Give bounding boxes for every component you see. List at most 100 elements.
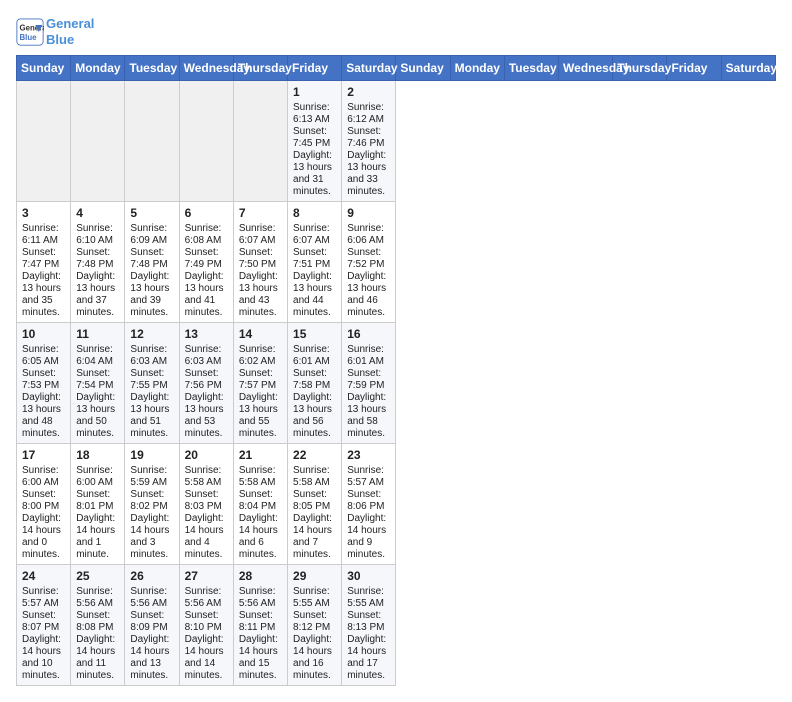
day-info: Sunrise: 6:03 AM Sunset: 7:55 PM Dayligh… <box>130 344 169 439</box>
calendar-cell: 21 Sunrise: 5:58 AM Sunset: 8:04 PM Dayli… <box>233 444 287 565</box>
day-number: 23 <box>347 448 390 462</box>
day-number: 6 <box>185 206 228 220</box>
calendar-cell: 15Sunrise: 6:01 AM Sunset: 7:58 PM Dayli… <box>288 323 342 444</box>
calendar-cell: 14 Sunrise: 6:02 AM Sunset: 7:57 PM Dayli… <box>233 323 287 444</box>
week-row-3: 10Sunrise: 6:05 AM Sunset: 7:53 PM Dayli… <box>17 323 776 444</box>
day-number: 5 <box>130 206 173 220</box>
day-number: 11 <box>76 327 119 341</box>
day-header-thursday: Thursday <box>233 56 287 81</box>
day-info: Sunrise: 5:56 AM Sunset: 8:08 PM Dayligh… <box>76 586 115 681</box>
header-row: SundayMondayTuesdayWednesdayThursdayFrid… <box>17 56 776 81</box>
day-number: 4 <box>76 206 119 220</box>
day-info: Sunrise: 5:55 AM Sunset: 8:13 PM Dayligh… <box>347 586 386 681</box>
day-number: 1 <box>293 85 336 99</box>
calendar-cell <box>17 81 71 202</box>
calendar-cell: 19 Sunrise: 5:59 AM Sunset: 8:02 PM Dayli… <box>125 444 179 565</box>
day-info: Sunrise: 5:58 AM Sunset: 8:05 PM Dayligh… <box>293 465 332 560</box>
logo: General Blue GeneralBlue <box>16 16 94 47</box>
day-info: Sunrise: 6:07 AM Sunset: 7:51 PM Dayligh… <box>293 223 332 318</box>
week-row-2: 3 Sunrise: 6:11 AM Sunset: 7:47 PM Daylig… <box>17 202 776 323</box>
day-number: 19 <box>130 448 173 462</box>
day-info: Sunrise: 5:57 AM Sunset: 8:06 PM Dayligh… <box>347 465 386 560</box>
day-info: Sunrise: 6:02 AM Sunset: 7:57 PM Dayligh… <box>239 344 278 439</box>
day-info: Sunrise: 5:58 AM Sunset: 8:04 PM Dayligh… <box>239 465 278 560</box>
calendar-cell: 8 Sunrise: 6:07 AM Sunset: 7:51 PM Daylig… <box>288 202 342 323</box>
calendar-cell: 29 Sunrise: 5:55 AM Sunset: 8:12 PM Dayli… <box>288 565 342 686</box>
calendar-cell: 28 Sunrise: 5:56 AM Sunset: 8:11 PM Dayli… <box>233 565 287 686</box>
calendar-cell: 9Sunrise: 6:06 AM Sunset: 7:52 PM Daylig… <box>342 202 396 323</box>
week-row-5: 24 Sunrise: 5:57 AM Sunset: 8:07 PM Dayli… <box>17 565 776 686</box>
day-number: 26 <box>130 569 173 583</box>
day-header-friday: Friday <box>288 56 342 81</box>
calendar-cell: 3 Sunrise: 6:11 AM Sunset: 7:47 PM Daylig… <box>17 202 71 323</box>
day-info: Sunrise: 5:59 AM Sunset: 8:02 PM Dayligh… <box>130 465 169 560</box>
calendar-cell <box>233 81 287 202</box>
day-info: Sunrise: 6:08 AM Sunset: 7:49 PM Dayligh… <box>185 223 224 318</box>
day-number: 30 <box>347 569 390 583</box>
day-number: 3 <box>22 206 65 220</box>
svg-text:Blue: Blue <box>20 32 38 41</box>
day-header-wednesday: Wednesday <box>559 56 613 81</box>
calendar-cell: 10Sunrise: 6:05 AM Sunset: 7:53 PM Dayli… <box>17 323 71 444</box>
day-number: 28 <box>239 569 282 583</box>
day-info: Sunrise: 6:12 AM Sunset: 7:46 PM Dayligh… <box>347 102 386 197</box>
day-info: Sunrise: 5:58 AM Sunset: 8:03 PM Dayligh… <box>185 465 224 560</box>
day-info: Sunrise: 6:11 AM Sunset: 7:47 PM Dayligh… <box>22 223 61 318</box>
calendar-cell: 17Sunrise: 6:00 AM Sunset: 8:00 PM Dayli… <box>17 444 71 565</box>
calendar-cell: 30 Sunrise: 5:55 AM Sunset: 8:13 PM Dayli… <box>342 565 396 686</box>
calendar-cell: 7 Sunrise: 6:07 AM Sunset: 7:50 PM Daylig… <box>233 202 287 323</box>
day-info: Sunrise: 6:07 AM Sunset: 7:50 PM Dayligh… <box>239 223 278 318</box>
calendar-cell: 18Sunrise: 6:00 AM Sunset: 8:01 PM Dayli… <box>71 444 125 565</box>
calendar-cell: 16Sunrise: 6:01 AM Sunset: 7:59 PM Dayli… <box>342 323 396 444</box>
day-number: 22 <box>293 448 336 462</box>
calendar-cell: 13 Sunrise: 6:03 AM Sunset: 7:56 PM Dayli… <box>179 323 233 444</box>
day-header-tuesday: Tuesday <box>504 56 558 81</box>
calendar-cell: 11Sunrise: 6:04 AM Sunset: 7:54 PM Dayli… <box>71 323 125 444</box>
day-number: 2 <box>347 85 390 99</box>
day-info: Sunrise: 6:01 AM Sunset: 7:59 PM Dayligh… <box>347 344 386 439</box>
day-header-sunday: Sunday <box>396 56 450 81</box>
calendar-cell <box>125 81 179 202</box>
day-header-thursday: Thursday <box>613 56 667 81</box>
calendar-cell: 24 Sunrise: 5:57 AM Sunset: 8:07 PM Dayli… <box>17 565 71 686</box>
day-number: 14 <box>239 327 282 341</box>
logo-icon: General Blue <box>16 18 44 46</box>
calendar-cell: 2 Sunrise: 6:12 AM Sunset: 7:46 PM Daylig… <box>342 81 396 202</box>
day-header-monday: Monday <box>450 56 504 81</box>
day-info: Sunrise: 5:56 AM Sunset: 8:11 PM Dayligh… <box>239 586 278 681</box>
calendar-cell: 1 Sunrise: 6:13 AM Sunset: 7:45 PM Daylig… <box>288 81 342 202</box>
day-header-monday: Monday <box>71 56 125 81</box>
day-number: 10 <box>22 327 65 341</box>
calendar-table: SundayMondayTuesdayWednesdayThursdayFrid… <box>16 55 776 686</box>
calendar-cell: 6 Sunrise: 6:08 AM Sunset: 7:49 PM Daylig… <box>179 202 233 323</box>
day-number: 17 <box>22 448 65 462</box>
day-header-saturday: Saturday <box>342 56 396 81</box>
calendar-cell: 4Sunrise: 6:10 AM Sunset: 7:48 PM Daylig… <box>71 202 125 323</box>
calendar-cell: 20 Sunrise: 5:58 AM Sunset: 8:03 PM Dayli… <box>179 444 233 565</box>
day-info: Sunrise: 5:55 AM Sunset: 8:12 PM Dayligh… <box>293 586 332 681</box>
day-number: 8 <box>293 206 336 220</box>
day-info: Sunrise: 5:56 AM Sunset: 8:09 PM Dayligh… <box>130 586 169 681</box>
day-number: 29 <box>293 569 336 583</box>
day-number: 7 <box>239 206 282 220</box>
day-number: 12 <box>130 327 173 341</box>
day-header-sunday: Sunday <box>17 56 71 81</box>
day-number: 18 <box>76 448 119 462</box>
day-number: 13 <box>185 327 228 341</box>
day-number: 25 <box>76 569 119 583</box>
day-info: Sunrise: 5:57 AM Sunset: 8:07 PM Dayligh… <box>22 586 61 681</box>
day-info: Sunrise: 6:03 AM Sunset: 7:56 PM Dayligh… <box>185 344 224 439</box>
logo-text: GeneralBlue <box>46 16 94 47</box>
calendar-cell: 22 Sunrise: 5:58 AM Sunset: 8:05 PM Dayli… <box>288 444 342 565</box>
day-number: 24 <box>22 569 65 583</box>
day-info: Sunrise: 6:06 AM Sunset: 7:52 PM Dayligh… <box>347 223 386 318</box>
day-info: Sunrise: 6:09 AM Sunset: 7:48 PM Dayligh… <box>130 223 169 318</box>
day-info: Sunrise: 6:01 AM Sunset: 7:58 PM Dayligh… <box>293 344 332 439</box>
day-number: 20 <box>185 448 228 462</box>
calendar-cell: 25 Sunrise: 5:56 AM Sunset: 8:08 PM Dayli… <box>71 565 125 686</box>
calendar-cell <box>179 81 233 202</box>
day-number: 21 <box>239 448 282 462</box>
day-info: Sunrise: 6:13 AM Sunset: 7:45 PM Dayligh… <box>293 102 332 197</box>
day-number: 27 <box>185 569 228 583</box>
day-header-tuesday: Tuesday <box>125 56 179 81</box>
